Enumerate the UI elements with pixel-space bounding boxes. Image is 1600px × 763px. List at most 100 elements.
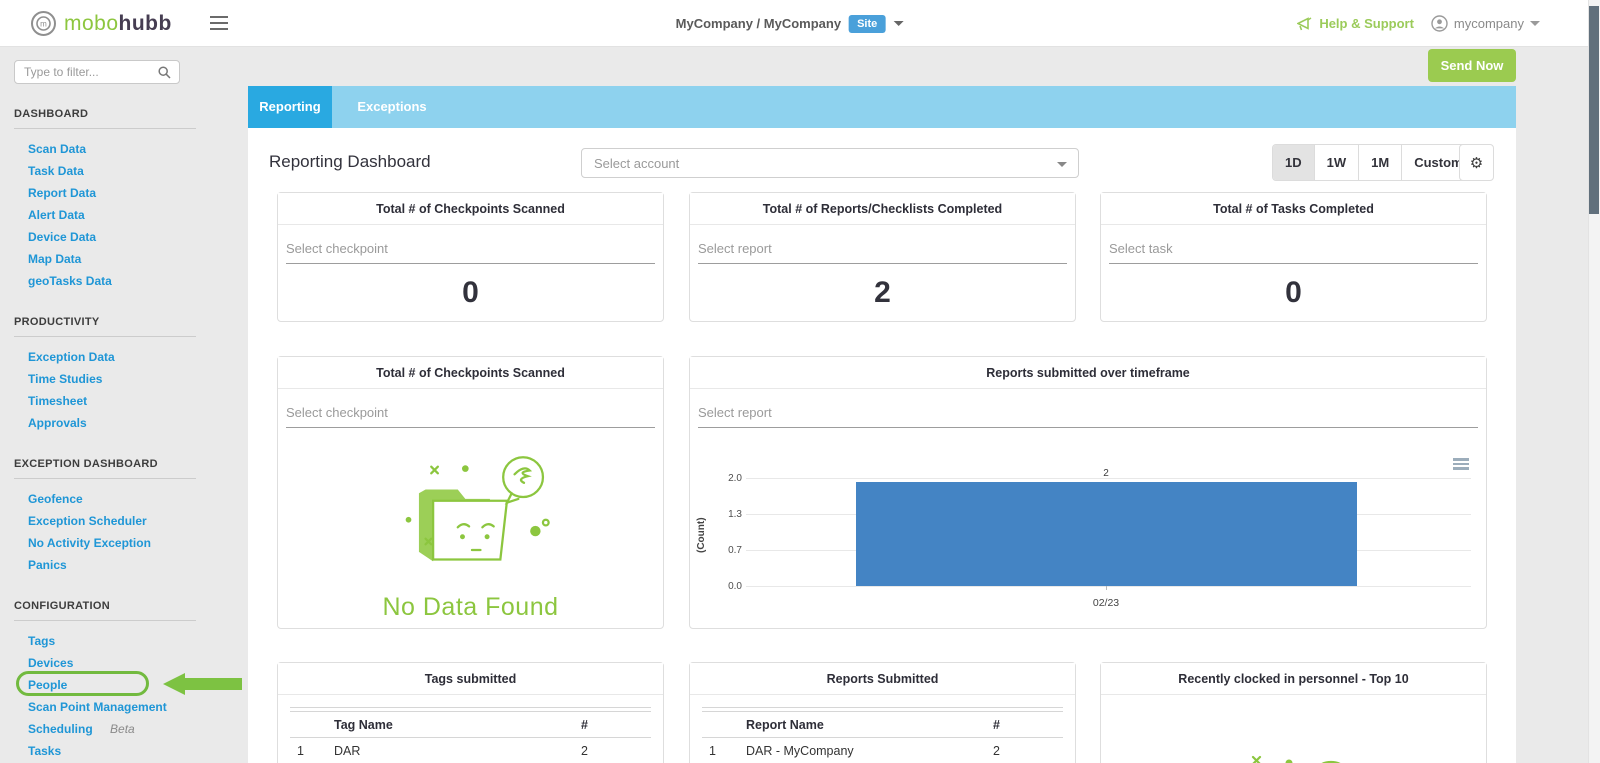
gridline [746, 586, 1471, 587]
card-reports-submitted: Reports Submitted Report Name # 1 DAR - … [689, 662, 1076, 763]
tab-reporting[interactable]: Reporting [248, 86, 332, 128]
scrollbar-thumb[interactable] [1589, 6, 1599, 214]
card-title: Total # of Tasks Completed [1101, 193, 1486, 225]
sidebar-item-people[interactable]: People [14, 671, 248, 696]
dashboard-settings-button[interactable]: ⚙ [1459, 144, 1494, 181]
tasks-completed-value: 0 [1285, 276, 1302, 309]
sidebar-item-no-activity-exception[interactable]: No Activity Exception [14, 532, 248, 554]
sidebar-item-exception-data[interactable]: Exception Data [14, 346, 248, 368]
card-tasks-completed: Total # of Tasks Completed Select task 0 [1100, 192, 1487, 322]
sidebar-item-geofence[interactable]: Geofence [14, 488, 248, 510]
tag-name-cell: DAR [334, 744, 361, 758]
no-data-label: No Data Found [382, 593, 559, 621]
sidebar-item-time-studies[interactable]: Time Studies [14, 368, 248, 390]
search-icon[interactable] [158, 66, 171, 79]
chevron-down-icon [1057, 162, 1067, 167]
section-title-exception-dashboard: EXCEPTION DASHBOARD [14, 458, 158, 470]
send-now-button[interactable]: Send Now [1428, 49, 1516, 82]
sidebar-item-scan-point-management[interactable]: Scan Point Management [14, 696, 248, 718]
section-title-productivity: PRODUCTIVITY [14, 316, 100, 328]
table-row[interactable]: 1 DAR 2 [290, 738, 651, 763]
divider [14, 478, 196, 479]
user-icon [1431, 15, 1448, 32]
sidebar-item-device-data[interactable]: Device Data [14, 226, 248, 248]
bar-chart: (Count) 2.0 1.3 0.7 0.0 2 02/23 [690, 357, 1488, 630]
x-tick-label: 02/23 [1092, 597, 1120, 609]
card-tags-submitted: Tags submitted Tag Name # 1 DAR 2 [277, 662, 664, 763]
report-count-cell: 2 [993, 744, 1000, 758]
timeframe-button-group: 1D 1W 1M Custom [1272, 144, 1476, 181]
svg-text:m: m [40, 20, 47, 29]
filter-input[interactable] [15, 61, 151, 83]
card-title: Total # of Reports/Checklists Completed [690, 193, 1075, 225]
top-header: m mobohubb MyCompany / MyCompany Site He… [0, 0, 1588, 47]
logo-text-mobo: mobo [64, 11, 119, 35]
beta-badge: Beta [110, 722, 135, 736]
account-select[interactable]: Select account [581, 148, 1079, 178]
sidebar-item-scheduling-label: Scheduling [28, 722, 93, 736]
range-button-1d[interactable]: 1D [1273, 145, 1315, 180]
row-index: 1 [709, 744, 716, 758]
user-menu-label: mycompany [1453, 16, 1524, 31]
sidebar-item-alert-data[interactable]: Alert Data [14, 204, 248, 226]
tag-count-cell: 2 [581, 744, 588, 758]
vertical-scrollbar[interactable] [1588, 0, 1600, 763]
no-data-illustration [405, 456, 550, 562]
sidebar-item-scan-data[interactable]: Scan Data [14, 138, 248, 160]
sidebar-item-exception-scheduler[interactable]: Exception Scheduler [14, 510, 248, 532]
range-button-1m[interactable]: 1M [1359, 145, 1403, 180]
help-support-label: Help & Support [1319, 16, 1414, 31]
sidebar-item-panics[interactable]: Panics [14, 554, 248, 576]
tab-exceptions[interactable]: Exceptions [344, 86, 440, 128]
y-tick: 2.0 [728, 473, 742, 484]
checkpoint-select[interactable]: Select checkpoint [286, 239, 655, 264]
x-tick-mark [1106, 586, 1107, 590]
sidebar-item-report-data[interactable]: Report Data [14, 182, 248, 204]
column-header-report-name: Report Name [746, 717, 824, 732]
column-header-count: # [581, 717, 588, 732]
account-switcher[interactable]: MyCompany / MyCompany Site [676, 0, 904, 47]
card-title: Total # of Checkpoints Scanned [278, 357, 663, 389]
y-tick: 0.0 [728, 581, 742, 592]
sidebar-item-task-data[interactable]: Task Data [14, 160, 248, 182]
sidebar-item-geotasks-data[interactable]: geoTasks Data [14, 270, 248, 292]
account-select-placeholder: Select account [594, 156, 680, 171]
report-select[interactable]: Select report [698, 239, 1067, 264]
sidebar-item-approvals[interactable]: Approvals [14, 412, 248, 434]
sidebar-item-tasks[interactable]: Tasks [14, 740, 248, 762]
range-button-1w[interactable]: 1W [1314, 145, 1360, 180]
chart-context-menu-icon[interactable] [1453, 458, 1469, 472]
sidebar-toggle-icon[interactable] [210, 16, 228, 34]
reports-completed-value: 2 [874, 276, 891, 309]
row-index: 1 [297, 744, 304, 758]
checkpoint-select[interactable]: Select checkpoint [286, 403, 655, 428]
megaphone-icon [1297, 16, 1312, 30]
sidebar-item-scheduling[interactable]: Scheduling Beta [14, 718, 248, 740]
task-select[interactable]: Select task [1109, 239, 1478, 264]
company-breadcrumb: MyCompany / MyCompany [675, 16, 842, 31]
help-support-link[interactable]: Help & Support [1297, 16, 1414, 31]
sidebar-item-people-label: People [28, 678, 68, 692]
gear-icon: ⚙ [1469, 155, 1484, 172]
people-pointer-arrow-icon [163, 673, 243, 695]
y-tick: 1.3 [728, 509, 742, 520]
table-row[interactable]: 1 DAR - MyCompany 2 [702, 738, 1063, 763]
sidebar-item-tags[interactable]: Tags [14, 630, 248, 652]
section-title-configuration: CONFIGURATION [14, 600, 110, 612]
chevron-down-icon [893, 21, 904, 26]
mobohubb-logo: m mobohubb [30, 0, 172, 47]
user-menu[interactable]: mycompany [1431, 15, 1540, 32]
logo-text-hubb: hubb [118, 11, 172, 35]
divider [14, 336, 196, 337]
sidebar-item-devices[interactable]: Devices [14, 652, 248, 674]
bar-02-23[interactable] [856, 482, 1357, 586]
report-name-cell: DAR - MyCompany [746, 744, 854, 758]
no-data-illustration-partial [1251, 755, 1341, 763]
card-title: Recently clocked in personnel - Top 10 [1101, 663, 1486, 695]
card-title: Total # of Checkpoints Scanned [278, 193, 663, 225]
tab-bar: Reporting Exceptions [248, 86, 1516, 128]
sidebar-filter [14, 60, 180, 84]
sidebar-item-map-data[interactable]: Map Data [14, 248, 248, 270]
sidebar-item-timesheet[interactable]: Timesheet [14, 390, 248, 412]
card-reports-over-timeframe: Reports submitted over timeframe Select … [689, 356, 1487, 629]
